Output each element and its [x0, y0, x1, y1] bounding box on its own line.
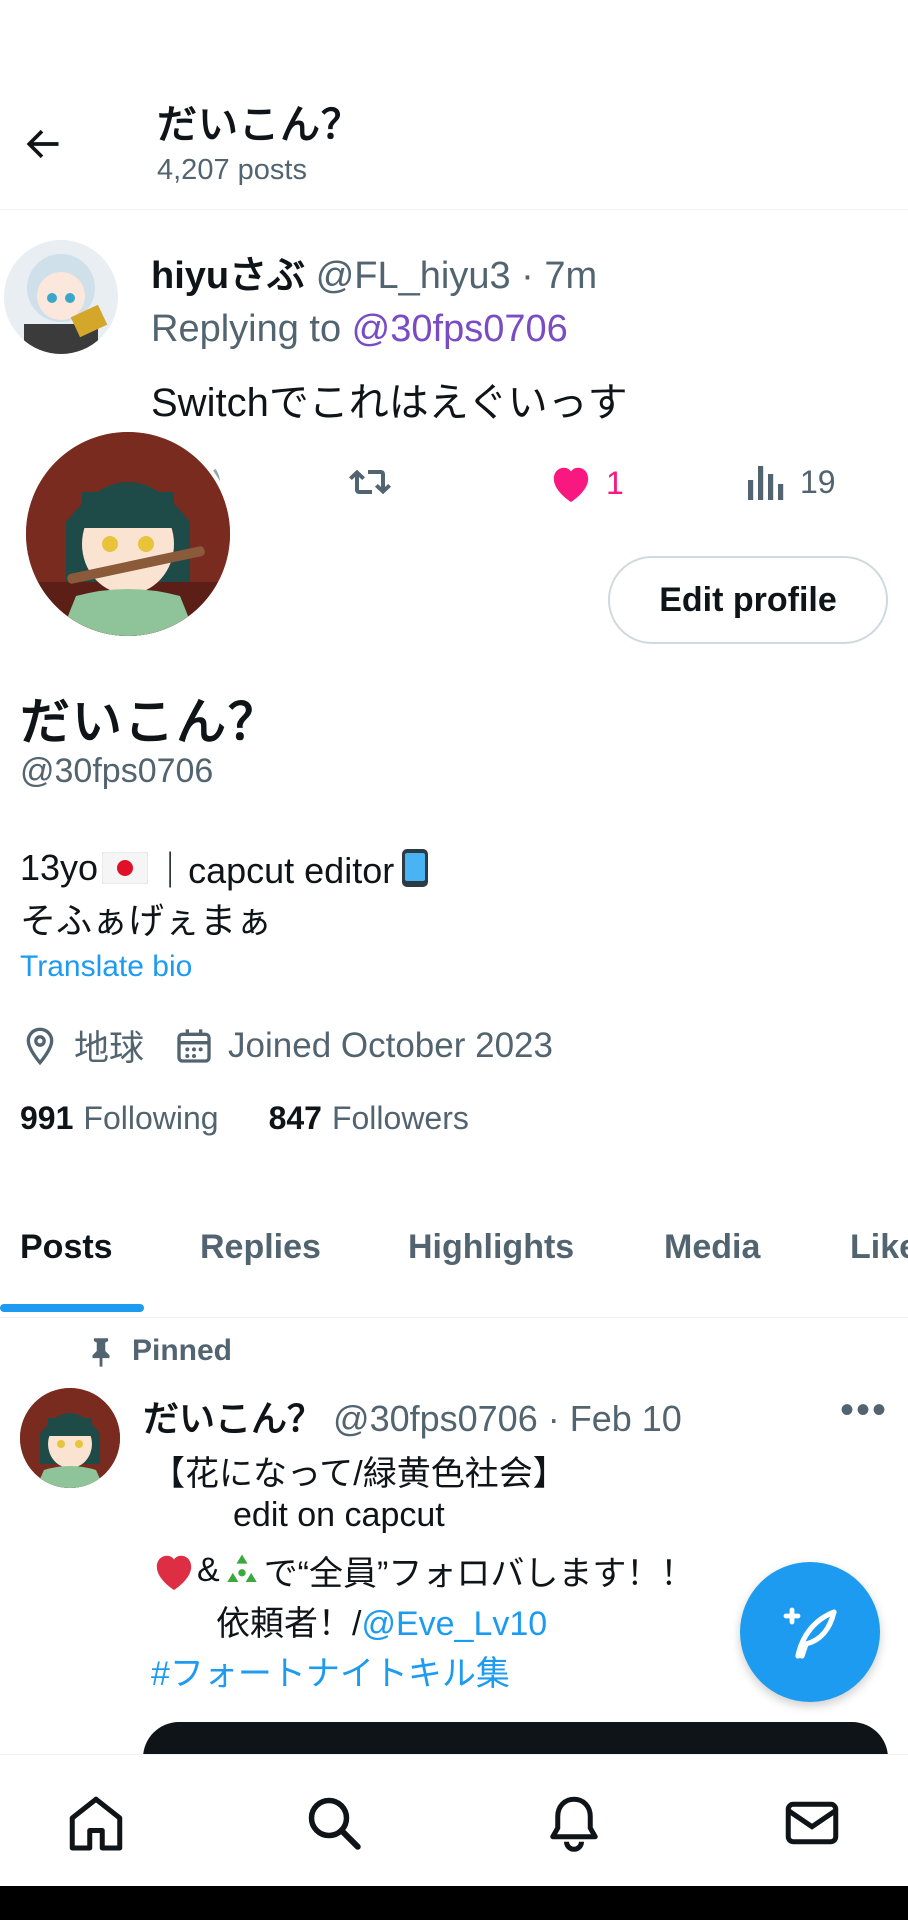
post-avatar[interactable]: [20, 1388, 120, 1488]
views-count: 19: [800, 463, 836, 500]
profile-handle: @30fps0706: [20, 752, 214, 790]
reply-text: Switchでこれはえぐいっす: [151, 381, 628, 425]
bio-age: 13yo: [20, 847, 99, 888]
japan-flag-icon: [102, 852, 149, 884]
compose-icon: [783, 1607, 837, 1659]
edit-profile-button[interactable]: Edit profile: [608, 556, 888, 644]
retweet-icon: [349, 469, 391, 495]
compose-button[interactable]: [740, 1562, 880, 1702]
back-button[interactable]: [10, 112, 74, 176]
bell-icon: [550, 1796, 598, 1852]
post-line-3: & で“全員”フォロバします！！: [151, 1546, 694, 1595]
profile-tabs: Posts Replies Highlights Media Likes: [0, 1202, 908, 1318]
location-icon: [26, 1027, 54, 1065]
bio-line-2: そふぁげぇまぁ: [20, 900, 273, 941]
profile-header: だいこん？ 4,207 posts: [0, 0, 908, 210]
hashtag-link[interactable]: #フォートナイトキル集: [151, 1646, 510, 1695]
like-button[interactable]: 1: [548, 462, 624, 504]
heart-icon: [553, 467, 589, 503]
replying-label: Replying to: [151, 308, 352, 350]
mail-icon: [785, 1801, 839, 1845]
pin-icon: [92, 1338, 110, 1367]
calendar-icon: [177, 1028, 211, 1063]
tab-likes[interactable]: Likes: [850, 1228, 908, 1267]
bio-role: ｜capcut editor: [152, 850, 395, 891]
nav-home[interactable]: [58, 1785, 134, 1861]
search-icon: [308, 1797, 361, 1850]
post-author-name[interactable]: だいこん？: [143, 1398, 323, 1439]
profile-avatar[interactable]: [22, 428, 234, 640]
reply-author-handle: @FL_hiyu3 · 7m: [315, 255, 598, 297]
following-label: Following: [83, 1100, 219, 1136]
reply-avatar[interactable]: [4, 240, 118, 354]
back-arrow-icon: [26, 129, 59, 159]
follow-stats: 991 Following 847 Followers: [20, 1100, 469, 1137]
post-handle-date: @30fps0706 · Feb 10: [333, 1398, 682, 1439]
bio-line-1: 13yo ｜capcut editor: [20, 842, 430, 894]
tab-replies[interactable]: Replies: [200, 1228, 321, 1267]
retweet-button[interactable]: [348, 462, 396, 502]
header-post-count: 4,207 posts: [157, 154, 307, 186]
pinned-label: Pinned: [132, 1334, 233, 1367]
home-icon: [69, 1796, 123, 1851]
system-navigation-bar: [0, 1886, 908, 1920]
post-line-3-text: で“全員”フォロバします！！: [263, 1555, 695, 1593]
following-link[interactable]: 991 Following: [20, 1100, 219, 1137]
recycle-icon: [227, 1554, 257, 1582]
views-button[interactable]: 19: [746, 462, 836, 502]
followers-count: 847: [268, 1100, 322, 1136]
tab-media[interactable]: Media: [664, 1228, 760, 1267]
heart-emoji-icon: [156, 1555, 192, 1590]
following-count: 991: [20, 1100, 74, 1136]
tab-highlights[interactable]: Highlights: [408, 1228, 574, 1267]
ampersand: &: [197, 1551, 220, 1589]
nav-notifications[interactable]: [536, 1785, 612, 1861]
profile-location: 地球: [74, 1029, 145, 1068]
profile-meta: 地球 Joined October 2023: [20, 1020, 553, 1071]
post-header: だいこん？ @30fps0706 · Feb 10: [143, 1390, 682, 1442]
post-line-4-text: 依頼者！/: [216, 1605, 362, 1643]
active-tab-indicator: [0, 1304, 144, 1312]
reply-header: hiyuさぶ @FL_hiyu3 · 7m: [151, 244, 597, 299]
pinned-label-row: Pinned: [84, 1334, 232, 1368]
post-more-button[interactable]: •••: [840, 1388, 888, 1433]
post-line-4: 依頼者！/@Eve_Lv10: [216, 1596, 547, 1645]
bottom-navigation: [0, 1754, 908, 1886]
reply-author-name[interactable]: hiyuさぶ: [151, 255, 305, 297]
header-title: だいこん？: [157, 103, 362, 147]
tab-posts[interactable]: Posts: [20, 1228, 113, 1267]
replying-to: Replying to @30fps0706: [151, 308, 568, 351]
replying-handle-link[interactable]: @30fps0706: [352, 308, 568, 350]
post-line-2: edit on capcut: [233, 1496, 445, 1534]
like-count: 1: [606, 464, 624, 501]
nav-search[interactable]: [296, 1785, 372, 1861]
followers-link[interactable]: 847 Followers: [269, 1100, 469, 1137]
post-line-1: 【花になって/緑黄色社会】: [151, 1455, 567, 1493]
profile-name: だいこん？: [20, 694, 280, 750]
translate-bio-link[interactable]: Translate bio: [20, 950, 192, 984]
mention-link[interactable]: @Eve_Lv10: [361, 1605, 547, 1643]
nav-messages[interactable]: [774, 1785, 850, 1861]
followers-label: Followers: [331, 1100, 469, 1136]
profile-joined: Joined October 2023: [228, 1025, 553, 1065]
phone-icon: [402, 849, 429, 887]
views-icon: [748, 466, 784, 500]
